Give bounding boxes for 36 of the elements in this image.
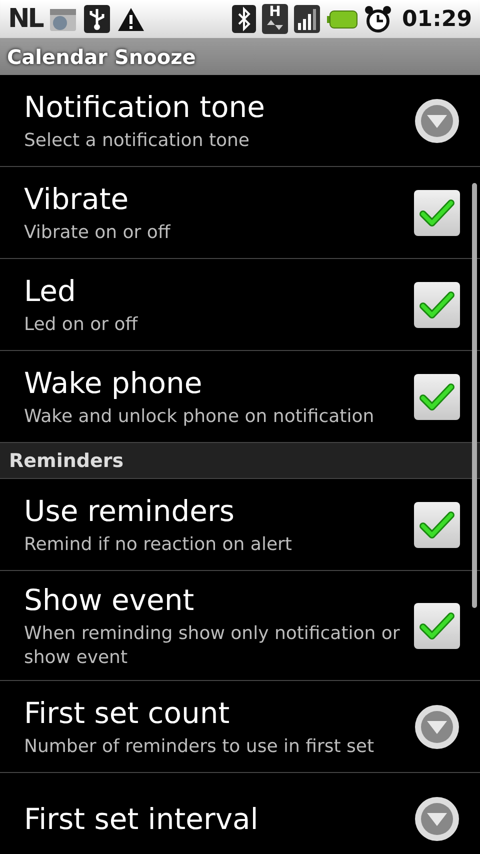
preference-summary: When reminding show only notification or show event xyxy=(24,622,401,670)
checkbox[interactable] xyxy=(414,602,460,648)
category-title: Reminders xyxy=(9,450,124,472)
bluetooth-icon xyxy=(232,5,256,33)
data-indicator: H xyxy=(262,4,288,34)
preference-summary: Remind if no reaction on alert xyxy=(24,532,293,556)
usb-icon xyxy=(84,5,110,33)
preference-title: First set interval xyxy=(24,800,260,836)
preference-row[interactable]: Show event When reminding show only notification or show event xyxy=(0,571,480,681)
preference-row[interactable]: First set interval xyxy=(0,773,480,854)
dropdown-icon xyxy=(414,796,460,842)
checkbox[interactable] xyxy=(414,282,460,328)
preference-title: Show event xyxy=(24,582,196,618)
preference-title: First set count xyxy=(24,694,231,730)
preference-title: Wake phone xyxy=(24,364,204,400)
signal-icon xyxy=(294,5,320,33)
preference-summary: Select a notification tone xyxy=(24,128,251,152)
preference-row[interactable]: First set count Number of reminders to use in first set xyxy=(0,681,480,773)
preference-summary: Number of reminders to use in first set xyxy=(24,734,376,758)
preference-summary: Wake and unlock phone on notification xyxy=(24,404,376,428)
checkbox[interactable] xyxy=(414,374,460,420)
preference-summary: Led on or off xyxy=(24,312,139,336)
preference-summary: Vibrate on or off xyxy=(24,220,172,244)
preference-row[interactable]: Notification tone Select a notification tone xyxy=(0,75,480,167)
app-title: Calendar Snooze xyxy=(7,44,196,68)
preference-title: Notification tone xyxy=(24,88,266,124)
checkbox[interactable] xyxy=(414,190,460,236)
clock-time: 01:29 xyxy=(402,6,472,32)
dropdown-icon xyxy=(414,704,460,750)
checkbox[interactable] xyxy=(414,502,460,548)
preference-title: Use reminders xyxy=(24,492,236,528)
carrier-label: NL xyxy=(8,4,42,34)
dropdown-icon xyxy=(414,98,460,144)
preference-title: Vibrate xyxy=(24,180,130,216)
preference-title: Led xyxy=(24,272,77,308)
alarm-icon xyxy=(364,5,392,33)
